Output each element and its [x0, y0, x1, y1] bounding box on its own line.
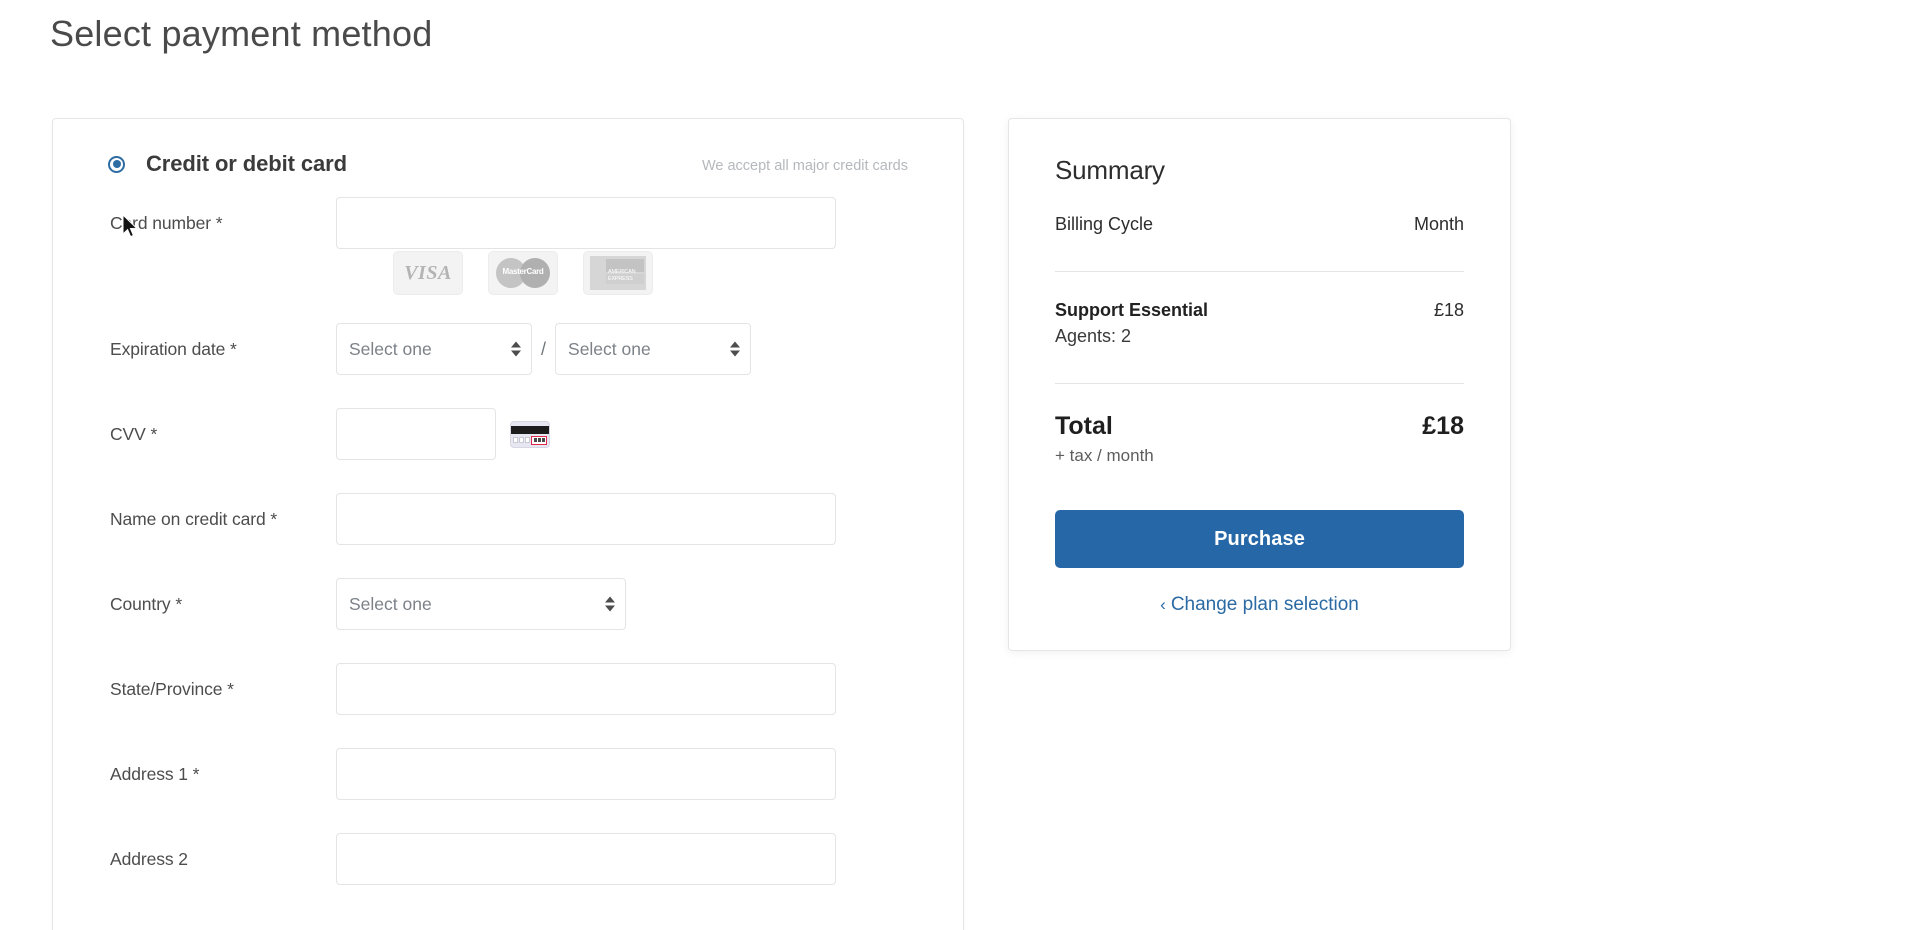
cvv-input[interactable] [336, 408, 496, 460]
cvv-card-back-icon [510, 420, 550, 448]
amex-logo: AMERICAN EXPRESS [583, 251, 653, 295]
mastercard-logo-text: MasterCard [502, 267, 544, 276]
field-row-country: Country * Select one [53, 576, 963, 632]
field-row-cvv: CVV * [53, 406, 963, 462]
radio-inner-dot [112, 160, 121, 168]
amex-logo-text: AMERICAN EXPRESS [608, 269, 636, 282]
accepted-cards-note: We accept all major credit cards [701, 158, 908, 174]
expiration-year-value: Select one [568, 338, 651, 359]
payment-option-credit-card[interactable]: Credit or debit card [108, 151, 347, 177]
chevron-updown-icon [511, 341, 521, 357]
expiration-month-value: Select one [349, 338, 432, 359]
plan-price: £18 [1433, 300, 1464, 320]
order-summary-panel: Summary Billing Cycle Month Support Esse… [1008, 118, 1511, 651]
mastercard-circles-icon: MasterCard [495, 256, 551, 290]
field-row-state-province: State/Province * [53, 661, 963, 717]
country-select[interactable]: Select one [336, 578, 626, 630]
field-row-name-on-card: Name on credit card * [53, 491, 963, 547]
change-plan-link[interactable]: ‹ Change plan selection [1055, 594, 1464, 616]
card-number-input[interactable] [336, 197, 836, 249]
expiration-separator: / [541, 338, 547, 359]
chevron-left-icon: ‹ [1160, 595, 1166, 614]
field-row-expiration-date: Expiration date * Select one / Select on… [53, 321, 963, 377]
plan-row: Support Essential £18 [1055, 300, 1464, 321]
billing-cycle-value: Month [1413, 214, 1464, 234]
radio-selected-icon[interactable] [108, 155, 125, 173]
summary-title: Summary [1055, 155, 1165, 185]
field-row-address2: Address 2 [53, 831, 963, 887]
payment-page: Select payment method Credit or debit ca… [0, 0, 1920, 930]
payment-method-header: Credit or debit card We accept all major… [53, 119, 963, 195]
summary-divider-top [1055, 271, 1464, 272]
chevron-updown-icon [605, 596, 615, 612]
country-label: Country * [110, 593, 183, 614]
mastercard-logo: MasterCard [488, 251, 558, 295]
state-province-label: State/Province * [110, 678, 234, 699]
cvv-label: CVV * [110, 423, 158, 444]
summary-divider-bottom [1055, 383, 1464, 384]
total-value: £18 [1422, 412, 1464, 440]
expiration-month-select[interactable]: Select one [336, 323, 532, 375]
total-tax-note: + tax / month [1055, 446, 1154, 465]
purchase-button[interactable]: Purchase [1055, 510, 1464, 568]
address1-input[interactable] [336, 748, 836, 800]
cvv-magnetic-stripe [511, 425, 549, 434]
plan-name: Support Essential [1055, 300, 1209, 320]
name-on-card-label: Name on credit card * [110, 508, 278, 529]
field-row-card-number: Card number * [53, 195, 963, 251]
state-province-input[interactable] [336, 663, 836, 715]
country-value: Select one [349, 593, 432, 614]
page-title: Select payment method [50, 13, 433, 54]
expiration-year-select[interactable]: Select one [555, 323, 752, 375]
address1-label: Address 1 * [110, 763, 200, 784]
expiration-date-label: Expiration date * [110, 338, 237, 359]
total-row: Total £18 [1055, 412, 1464, 441]
total-label: Total [1055, 412, 1113, 440]
field-row-address1: Address 1 * [53, 746, 963, 802]
cvv-highlight-box [531, 435, 547, 445]
accepted-card-logos: VISA MasterCard AMERICAN EXPRESS [393, 251, 963, 295]
payment-option-label: Credit or debit card [146, 151, 347, 176]
billing-cycle-label: Billing Cycle [1055, 214, 1154, 234]
payment-method-panel: Credit or debit card We accept all major… [52, 118, 964, 930]
payment-form: Card number * VISA MasterCard AMERICAN E… [53, 195, 963, 930]
change-plan-label: Change plan selection [1170, 594, 1359, 615]
visa-logo: VISA [393, 251, 463, 295]
chevron-updown-icon [730, 341, 741, 357]
plan-detail-agents: Agents: 2 [1055, 326, 1132, 346]
amex-mark-icon: AMERICAN EXPRESS [590, 256, 646, 290]
address2-input[interactable] [336, 833, 836, 885]
billing-cycle-row: Billing Cycle Month [1055, 214, 1464, 235]
address2-label: Address 2 [110, 848, 188, 869]
visa-logo-text: VISA [404, 261, 452, 284]
card-number-label: Card number * [110, 212, 223, 233]
name-on-card-input[interactable] [336, 493, 836, 545]
